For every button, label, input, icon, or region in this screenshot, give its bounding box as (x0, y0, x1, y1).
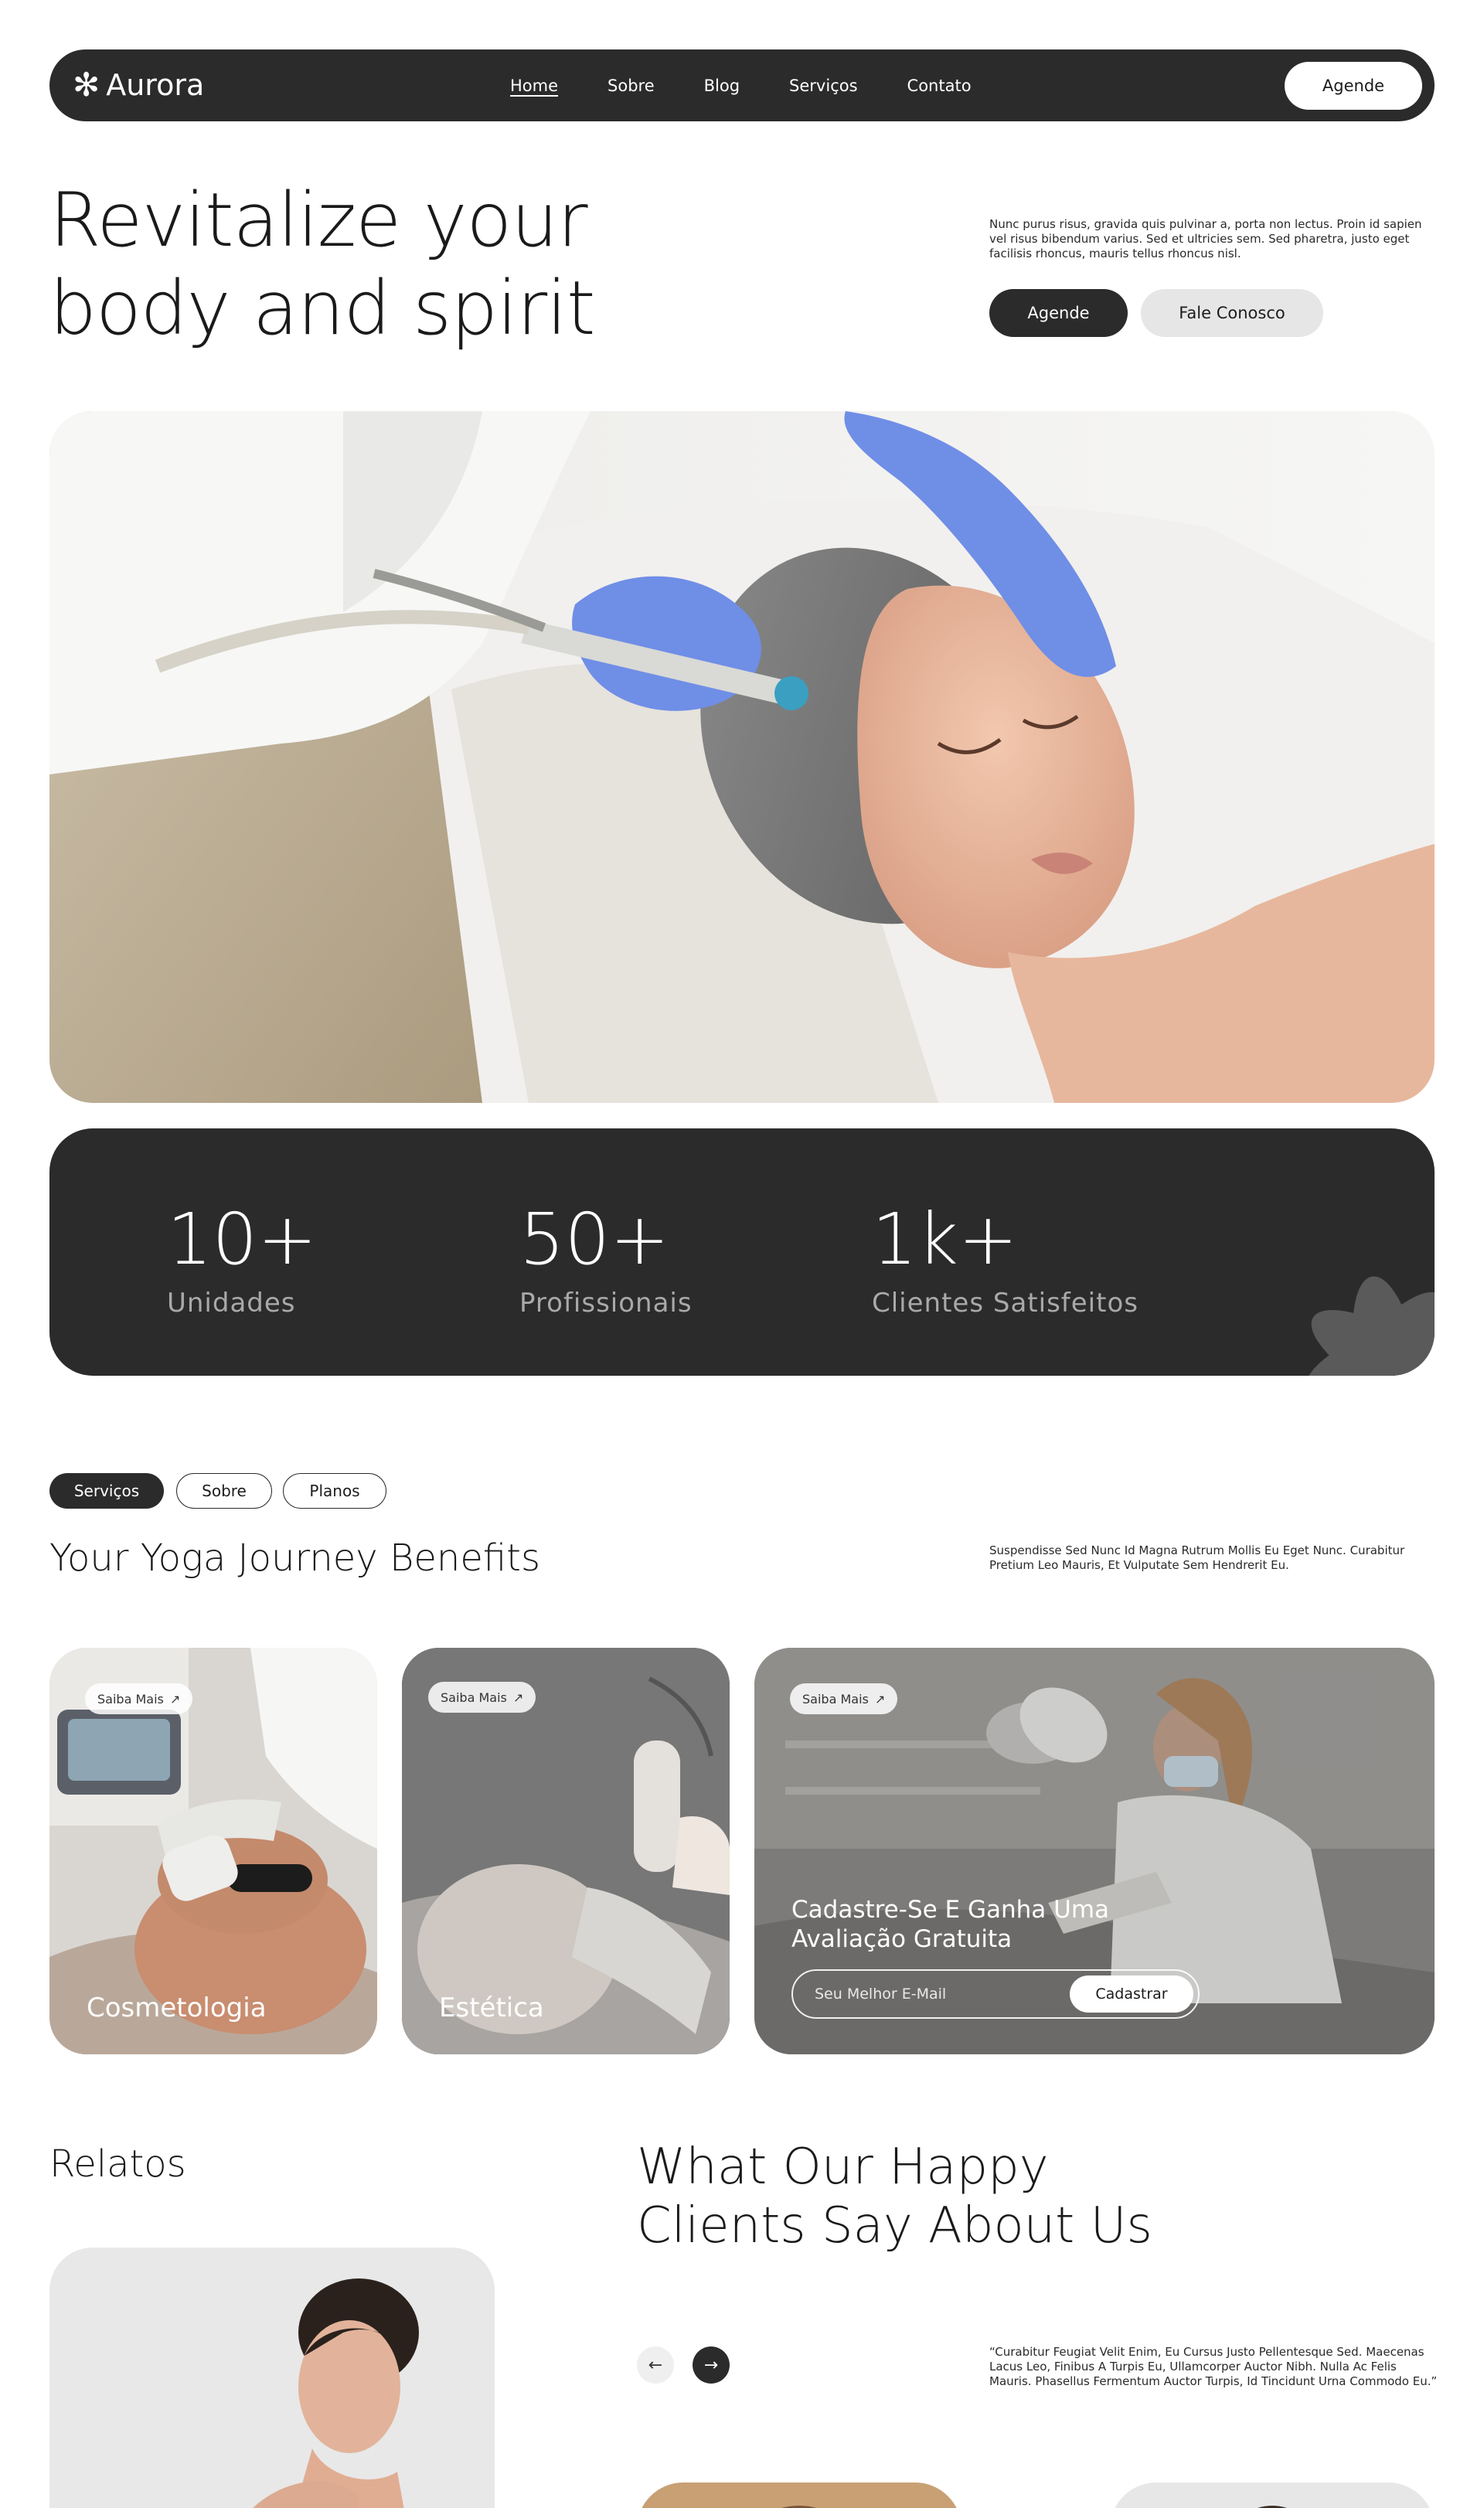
stat-label: Profissionais (519, 1288, 693, 1319)
hero-contact-button[interactable]: Fale Conosco (1141, 289, 1323, 337)
asterisk-flower-icon: ✻ (73, 66, 100, 104)
client-photo (1110, 2482, 1435, 2508)
stat-units: 10+ Unidades (167, 1196, 317, 1319)
saiba-mais-chip[interactable]: Saiba Mais ↗ (790, 1683, 898, 1714)
services-title: Your Yoga Journey Benefits (49, 1536, 540, 1580)
stat-value: 1k+ (872, 1198, 1018, 1281)
arrow-up-right-icon: ↗ (874, 1691, 886, 1707)
chip-label: Saiba Mais (441, 1690, 507, 1705)
email-signup-form: Cadastrar (791, 1969, 1200, 2019)
arrow-right-icon: → (703, 2355, 719, 2375)
cadastrar-button[interactable]: Cadastrar (1070, 1975, 1193, 2013)
stat-professionals: 50+ Profissionais (519, 1196, 693, 1319)
promo-signup-card: Saiba Mais ↗ Cadastre-Se E Ganha Uma Ava… (754, 1648, 1435, 2054)
saiba-mais-chip[interactable]: Saiba Mais ↗ (428, 1682, 536, 1713)
brand-logo[interactable]: ✻ Aurora (73, 65, 204, 105)
stat-clients: 1k+ Clientes Satisfeitos (872, 1196, 1139, 1319)
woman-portrait-photo (49, 2248, 495, 2508)
services-description: Suspendisse Sed Nunc Id Magna Rutrum Mol… (989, 1543, 1405, 1572)
prev-testimonial-button[interactable]: ← (637, 2346, 674, 2384)
testimonials-label: Relatos (49, 2142, 186, 2186)
client-thumbnail (1110, 2482, 1435, 2508)
nav-agende-button[interactable]: Agende (1285, 62, 1422, 110)
nav-link-blog[interactable]: Blog (704, 77, 740, 95)
hero-agende-button[interactable]: Agende (989, 289, 1128, 337)
service-card-estetica[interactable]: Saiba Mais ↗ Estética (402, 1648, 730, 2054)
tab-sobre[interactable]: Sobre (176, 1473, 272, 1509)
nav-link-home[interactable]: Home (510, 77, 558, 95)
hero-image-facial-treatment (49, 411, 1435, 1103)
testimonials-title: What Our Happy Clients Say About Us (637, 2138, 1333, 2255)
nav-link-contato[interactable]: Contato (907, 77, 972, 95)
tab-servicos[interactable]: Serviços (49, 1473, 164, 1509)
stat-label: Unidades (167, 1288, 296, 1319)
card-title: Cosmetologia (87, 1992, 267, 2023)
nav-link-servicos[interactable]: Serviços (789, 77, 857, 95)
hero-title-line1: Revitalize your (49, 177, 588, 264)
arrow-up-right-icon: ↗ (512, 1690, 524, 1705)
hero-title-line2: body and spirit (49, 265, 595, 352)
chip-label: Saiba Mais (802, 1691, 869, 1707)
hero-illustration (49, 411, 1435, 1103)
stat-value: 50+ (519, 1198, 670, 1281)
promo-title: Cadastre-Se E Ganha Uma Avaliação Gratui… (791, 1896, 1110, 1953)
stat-value: 10+ (167, 1198, 318, 1281)
flower-decoration-icon (1305, 1276, 1435, 1376)
brand-name: Aurora (106, 68, 205, 102)
nav-link-sobre[interactable]: Sobre (608, 77, 655, 95)
testimonial-portrait (49, 2248, 495, 2508)
main-nav: Home Sobre Blog Serviços Contato (510, 49, 972, 121)
tab-planos[interactable]: Planos (283, 1473, 386, 1509)
card-title: Estética (439, 1992, 544, 2023)
testimonials-title-line1: What Our Happy (637, 2139, 1049, 2196)
next-testimonial-button[interactable]: → (693, 2346, 730, 2384)
hero-title: Revitalize your body and spirit (49, 176, 745, 352)
client-photo (637, 2482, 962, 2508)
testimonial-quote: “Curabitur Feugiat Velit Enim, Eu Cursus… (989, 2345, 1438, 2388)
saiba-mais-chip[interactable]: Saiba Mais ↗ (85, 1683, 193, 1714)
service-card-cosmetologia[interactable]: Saiba Mais ↗ Cosmetologia (49, 1648, 377, 2054)
email-input[interactable] (815, 1971, 1047, 2017)
stat-label: Clientes Satisfeitos (872, 1288, 1139, 1319)
client-thumbnail (637, 2482, 962, 2508)
arrow-up-right-icon: ↗ (169, 1691, 181, 1707)
testimonials-title-line2: Clients Say About Us (637, 2197, 1152, 2254)
chip-label: Saiba Mais (97, 1691, 164, 1707)
arrow-left-icon: ← (648, 2355, 663, 2375)
hero-description: Nunc purus risus, gravida quis pulvinar … (989, 217, 1422, 260)
